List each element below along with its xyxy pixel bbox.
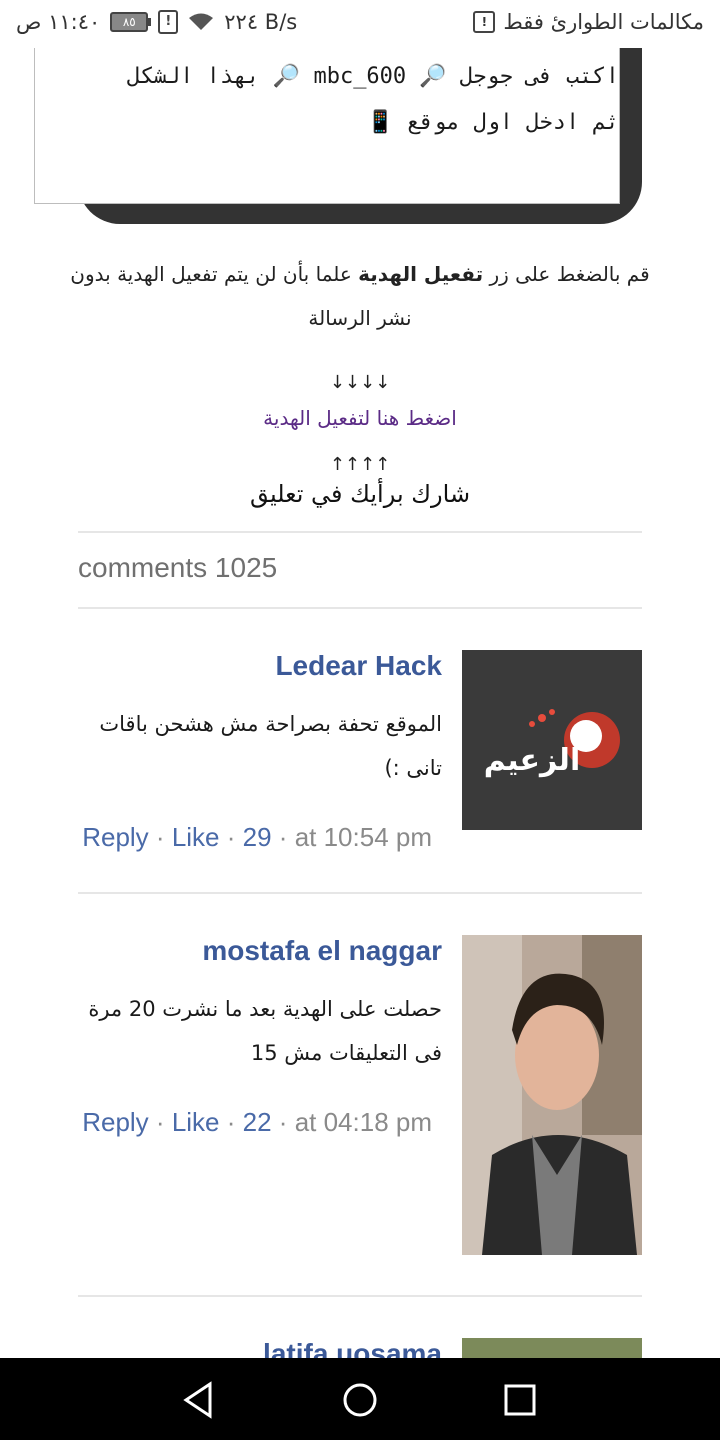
divider (78, 531, 642, 533)
wifi-icon (188, 12, 214, 32)
status-left: ١١:٤٠ ص ٨٥ ! ٢٢٤ B/s (16, 10, 297, 34)
like-button[interactable]: Like (172, 822, 220, 852)
back-icon[interactable] (178, 1378, 222, 1422)
message-textarea[interactable]: اكتب فى جوجل 🔎 mbc_600 🔎 بهذا الشكل ثم ا… (34, 48, 620, 204)
status-right: مكالمات الطوارئ فقط ! (473, 10, 704, 34)
sim-alert-icon: ! (158, 10, 179, 34)
comment-item: mostafa el naggar حصلت على الهدية بعد ما… (78, 935, 642, 1275)
activate-gift-link[interactable]: اضغط هنا لتفعيل الهدية (0, 406, 720, 430)
reply-button[interactable]: Reply (82, 822, 148, 852)
reply-button[interactable]: Reply (82, 1107, 148, 1137)
navigation-bar (0, 1358, 720, 1440)
avatar[interactable] (462, 935, 642, 1255)
like-count: 22 (242, 1107, 272, 1137)
comment-text: الموقع تحفة بصراحة مش هشحن باقات تانى :) (99, 712, 442, 780)
comment-text: حصلت على الهدية بعد ما نشرت 20 مرة فى ال… (88, 997, 442, 1065)
commenter-name[interactable]: Ledear Hack (275, 650, 442, 682)
arrows-up: ↑↑↑↑ (329, 454, 391, 475)
comment-item: latifa uosama (78, 1338, 642, 1358)
home-icon[interactable] (338, 1378, 382, 1422)
instruction-bold: تفعيل الهدية (358, 262, 484, 286)
divider (78, 892, 642, 894)
divider (78, 607, 642, 609)
code-box: اكتب فى جوجل 🔎 mbc_600 🔎 بهذا الشكل ثم ا… (34, 48, 642, 226)
textarea-line-1: اكتب فى جوجل 🔎 mbc_600 🔎 بهذا الشكل (127, 64, 619, 89)
recents-icon[interactable] (498, 1378, 542, 1422)
comment-actions: Reply · Like · 22 · at 04:18 pm (82, 1107, 432, 1137)
comment-time: at 10:54 pm (294, 822, 432, 852)
share-prompt: شارك برأيك في تعليق (249, 480, 471, 508)
comment-item: الزعيم Ledear Hack الموقع تحفة بصراحة مش… (78, 650, 642, 890)
textarea-line-2: ثم ادخل اول موقع 📱 (366, 110, 619, 135)
notification-icon: ! (473, 11, 496, 33)
status-bar: ١١:٤٠ ص ٨٥ ! ٢٢٤ B/s مكالمات الطوارئ فقط… (0, 0, 720, 48)
battery-icon: ٨٥ (110, 12, 152, 32)
arrows-down: ↓↓↓↓ (329, 372, 391, 393)
like-count: 29 (242, 822, 272, 852)
carrier-text: مكالمات الطوارئ فقط (503, 10, 704, 34)
comment-time: at 04:18 pm (294, 1107, 432, 1137)
instruction-text: قم بالضغط على زر تفعيل الهدية علما بأن ل… (70, 252, 650, 340)
avatar[interactable]: الزعيم (462, 650, 642, 830)
like-button[interactable]: Like (172, 1107, 220, 1137)
clock: ١١:٤٠ ص (16, 10, 101, 34)
commenter-name[interactable]: latifa uosama (263, 1338, 442, 1358)
avatar[interactable] (462, 1338, 642, 1358)
instruction-part1: قم بالضغط على زر (483, 262, 650, 286)
avatar-logo-text: الزعيم (484, 743, 580, 778)
network-speed: ٢٢٤ B/s (224, 10, 298, 34)
comment-actions: Reply · Like · 29 · at 10:54 pm (82, 822, 432, 852)
divider (78, 1295, 642, 1297)
comments-count: comments 1025 (78, 552, 278, 583)
commenter-name[interactable]: mostafa el naggar (202, 935, 442, 967)
